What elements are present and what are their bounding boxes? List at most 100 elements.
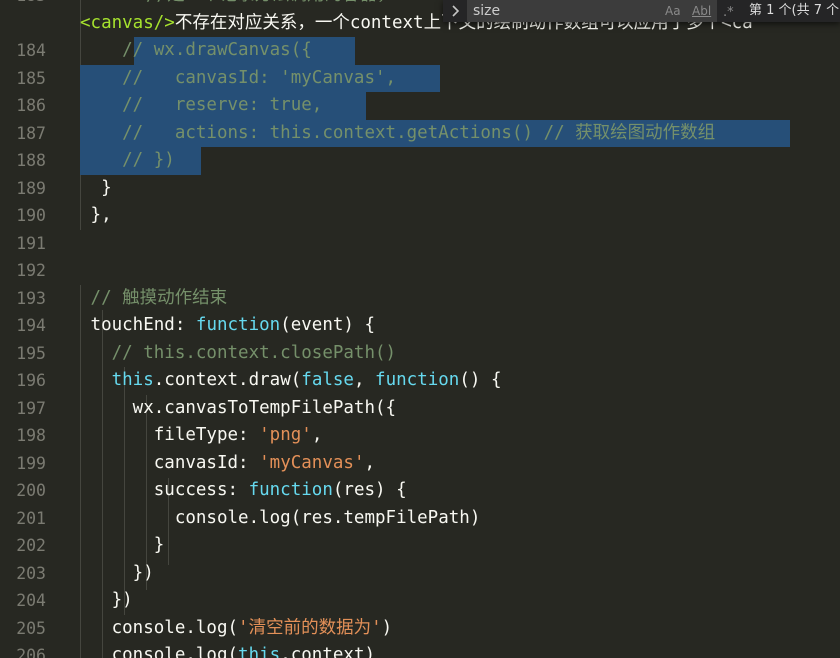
token: console.log( — [80, 645, 239, 658]
whole-word-toggle[interactable]: Abl — [692, 1, 711, 21]
code-line[interactable]: 196 this.context.draw(false, function() … — [0, 367, 840, 395]
code-line[interactable]: 200 success: function(res) { — [0, 477, 840, 505]
code-text: canvasId: 'myCanvas', — [80, 450, 375, 478]
code-line[interactable]: 184 // wx.drawCanvas({ — [0, 37, 840, 65]
token: // actions: this.context.getActions() //… — [80, 122, 716, 143]
line-number: 186 — [16, 96, 46, 115]
token: // canvasId: 'myCanvas', — [80, 67, 397, 88]
code-text: // }) — [80, 147, 175, 175]
token: 'myCanvas' — [259, 452, 365, 473]
code-line[interactable]: 187 // actions: this.context.getActions(… — [0, 119, 840, 147]
svg-text:.*: .* — [723, 5, 734, 18]
line-number: 201 — [16, 508, 46, 528]
code-line[interactable]: 197 wx.canvasToTempFilePath({ — [0, 395, 840, 423]
token: 'png' — [259, 425, 312, 445]
code-text: console.log(this.context) — [80, 642, 375, 658]
code-text: success: function(res) { — [80, 477, 407, 505]
code-line[interactable]: 192 — [0, 257, 840, 285]
code-line[interactable]: 190 }, — [0, 202, 840, 230]
toggle-replace-chevron-icon[interactable] — [449, 3, 463, 19]
token: <canvas/> — [80, 12, 175, 33]
code-line[interactable]: 198 fileType: 'png', — [0, 422, 840, 450]
code-line[interactable]: 206 console.log(this.context) — [0, 642, 840, 658]
regex-icon[interactable]: .* — [722, 4, 736, 18]
code-line[interactable]: 205 console.log('清空前的数据为') — [0, 615, 840, 643]
code-line[interactable]: 193 // 触摸动作结束 — [0, 285, 840, 313]
token: fileType: — [80, 425, 260, 445]
line-number: 185 — [16, 68, 46, 88]
token: touchEnd: — [80, 315, 196, 335]
line-number: 192 — [16, 261, 46, 280]
token: } — [80, 535, 165, 555]
token: .context) — [280, 645, 376, 658]
line-number: 195 — [16, 343, 46, 363]
code-line[interactable]: 202 } — [0, 532, 840, 560]
token: , — [353, 370, 376, 390]
token: this — [111, 370, 154, 390]
line-number: 188 — [16, 151, 46, 170]
code-text: } — [80, 532, 165, 560]
match-case-toggle[interactable]: Aa — [665, 1, 681, 21]
line-number: 194 — [16, 316, 46, 335]
code-line[interactable]: 203 }) — [0, 560, 840, 588]
token: function — [195, 315, 281, 335]
code-line[interactable]: 189 } — [0, 175, 840, 203]
code-line[interactable]: 185 // canvasId: 'myCanvas', — [0, 64, 840, 93]
code-line[interactable]: 186 // reserve: true, — [0, 92, 840, 120]
token: // 触摸动作结束 — [80, 287, 228, 308]
line-number: 197 — [16, 398, 46, 418]
code-text: // canvasId: 'myCanvas', — [80, 65, 396, 93]
line-number: 200 — [16, 481, 46, 500]
code-editor[interactable]: 183//是一个记录方法调用的容器，<canvas/>不存在对应关系，一个con… — [0, 0, 840, 658]
code-text: fileType: 'png', — [80, 422, 323, 450]
code-line[interactable]: 204 }) — [0, 587, 840, 615]
code-line[interactable]: 194 touchEnd: function(event) { — [0, 312, 840, 340]
find-widget: size Aa Abl .* 第 1 个(共 7 个) — [443, 0, 840, 22]
token: } — [80, 177, 112, 198]
token: wx.canvasToTempFilePath({ — [80, 397, 397, 418]
code-text: // this.context.closePath() — [80, 340, 396, 368]
code-text: }, — [80, 202, 112, 230]
token: '清空前的数据为' — [238, 617, 382, 638]
token: .context.draw( — [153, 370, 302, 390]
line-number: 184 — [16, 41, 46, 60]
token: console.log(res.tempFilePath) — [80, 507, 481, 528]
token: console.log( — [80, 617, 239, 638]
line-number: 183 — [0, 0, 46, 10]
code-text: // reserve: true, — [80, 92, 322, 120]
token: // reserve: true, — [80, 95, 323, 115]
code-text: // wx.drawCanvas({ — [80, 37, 312, 65]
line-number: 196 — [16, 371, 46, 390]
line-number: 198 — [16, 426, 46, 445]
token: ) — [381, 617, 393, 638]
token: false — [301, 370, 354, 390]
line-number: 190 — [16, 206, 46, 225]
token: // wx.drawCanvas({ — [80, 40, 312, 60]
token: () { — [459, 370, 502, 390]
code-text: // 触摸动作结束 — [80, 285, 228, 313]
code-line[interactable]: 191 — [0, 230, 840, 258]
token: }) — [80, 590, 133, 610]
code-line[interactable]: 195 // this.context.closePath() — [0, 340, 840, 368]
code-line[interactable]: 201 console.log(res.tempFilePath) — [0, 505, 840, 533]
code-text: //是一个记录方法调用的容器， — [146, 0, 395, 10]
line-number: 189 — [16, 178, 46, 198]
code-text: this.context.draw(false, function() { — [80, 367, 502, 395]
token: (event) { — [280, 315, 376, 335]
line-number: 202 — [16, 536, 46, 555]
token: }) — [80, 562, 154, 583]
token: }, — [80, 205, 112, 225]
line-number: 187 — [16, 123, 46, 143]
code-text: } — [80, 175, 112, 203]
code-line[interactable]: 199 canvasId: 'myCanvas', — [0, 450, 840, 478]
token: , — [311, 425, 323, 445]
token: function — [248, 480, 333, 500]
match-count: 第 1 个(共 7 个) — [749, 3, 840, 18]
token: this — [238, 645, 281, 658]
line-number: 203 — [16, 563, 46, 583]
code-text: console.log('清空前的数据为') — [80, 615, 393, 643]
line-number: 199 — [16, 453, 46, 473]
line-number: 205 — [16, 618, 46, 638]
token: success: — [80, 480, 249, 500]
code-line[interactable]: 188 // }) — [0, 147, 840, 175]
